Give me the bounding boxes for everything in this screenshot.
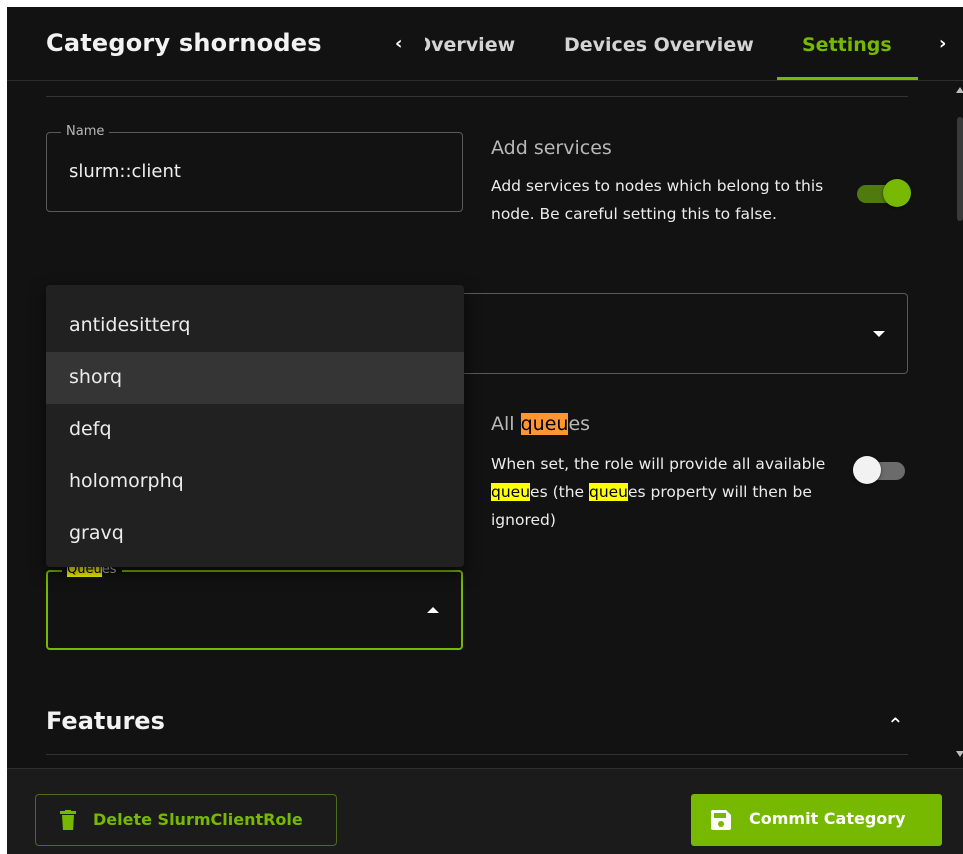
menu-item[interactable]: antidesitterq <box>46 300 464 352</box>
add-services-heading: Add services <box>491 137 612 159</box>
queues-select[interactable]: Queues <box>46 562 463 650</box>
queues-dropdown-menu: antidesitterq shorq defq holomorphq grav… <box>46 285 464 567</box>
commit-category-button[interactable]: Commit Category <box>691 794 942 846</box>
dialog-header: Category shornodes ‹ Overview Devices Ov… <box>7 7 963 81</box>
features-section-title: Features <box>46 707 165 735</box>
commit-category-label: Commit Category <box>749 809 906 828</box>
all-queues-heading: All queues <box>491 413 591 435</box>
chevron-up-icon[interactable]: ⌃ <box>887 713 904 737</box>
tab-overview[interactable]: Overview <box>425 34 520 56</box>
all-queues-description: When set, the role will provide all avai… <box>491 455 826 529</box>
name-field-label: Name <box>61 124 110 139</box>
scroll-up-arrow-icon[interactable] <box>956 87 963 93</box>
delete-role-label: Delete SlurmClientRole <box>93 810 303 829</box>
menu-item[interactable]: holomorphq <box>46 456 464 508</box>
section-divider <box>46 754 908 755</box>
scroll-down-arrow-icon[interactable] <box>956 751 963 757</box>
dialog-footer: Delete SlurmClientRole Commit Category <box>7 768 963 854</box>
add-services-toggle[interactable] <box>857 179 911 209</box>
caret-up-icon <box>427 607 439 613</box>
search-match: queu <box>491 483 531 501</box>
search-match: queu <box>588 483 629 501</box>
all-queues-toggle[interactable] <box>853 456 905 486</box>
tab-settings[interactable]: Settings <box>802 34 892 56</box>
delete-role-button[interactable]: Delete SlurmClientRole <box>35 794 337 846</box>
active-tab-indicator <box>777 77 918 80</box>
current-search-match: queu <box>520 413 569 435</box>
scrollbar-thumb[interactable] <box>957 117 963 221</box>
section-divider <box>46 96 908 97</box>
add-services-description: Add services to nodes which belong to th… <box>491 177 824 223</box>
tab-scroll-left-icon[interactable]: ‹ <box>395 33 402 54</box>
tab-devices-overview[interactable]: Devices Overview <box>564 34 754 56</box>
caret-down-icon <box>873 331 885 337</box>
name-field[interactable]: Name slurm::client <box>46 124 463 212</box>
tab-scroll-right-icon[interactable]: › <box>939 33 946 54</box>
save-icon <box>711 810 731 830</box>
menu-item-highlighted[interactable]: shorq <box>46 352 464 404</box>
dialog-window: Category shornodes ‹ Overview Devices Ov… <box>7 7 963 854</box>
toggle-knob <box>853 456 881 484</box>
menu-item[interactable]: gravq <box>46 508 464 560</box>
page-title: Category shornodes <box>46 29 322 57</box>
trash-icon <box>60 810 76 830</box>
menu-item[interactable]: defq <box>46 404 464 456</box>
name-field-value: slurm::client <box>69 161 181 182</box>
toggle-knob <box>883 179 911 207</box>
